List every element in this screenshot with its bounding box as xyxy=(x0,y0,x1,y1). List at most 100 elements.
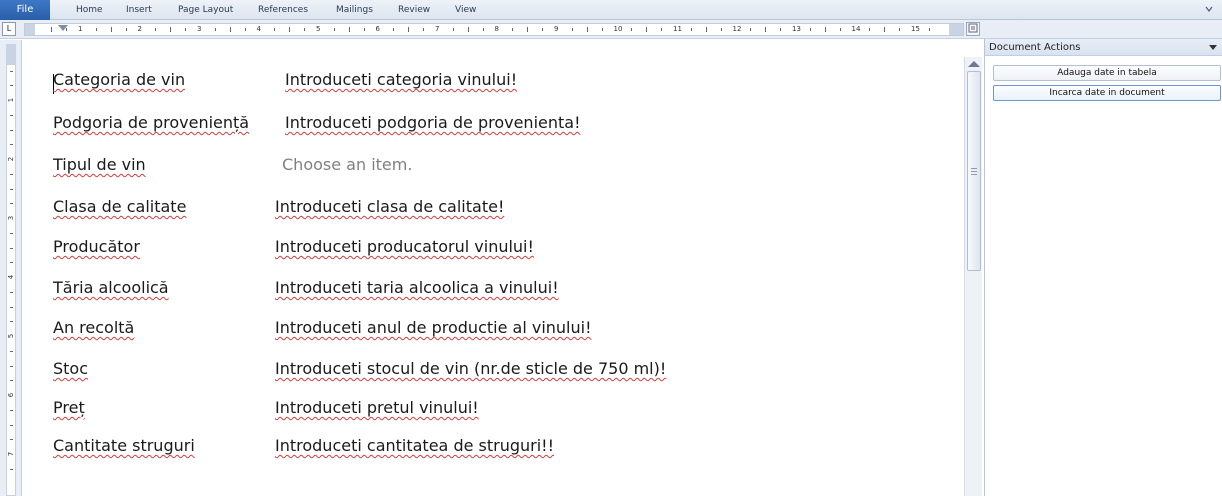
ruler-tick xyxy=(452,28,454,31)
ruler-tick xyxy=(10,409,13,411)
ruler-number: 5 xyxy=(7,333,15,339)
content-control[interactable]: Introduceti anul de productie al vinului… xyxy=(275,316,591,340)
document-actions-pane: Document Actions Adauga date in tabela I… xyxy=(984,39,1222,496)
load-data-into-document-button[interactable]: Incarca date in document xyxy=(993,85,1221,101)
tab-references[interactable]: References xyxy=(258,0,308,20)
table-row: Podgoria de proveniență Introduceti podg… xyxy=(53,111,933,135)
ruler-tick xyxy=(10,232,13,234)
row-label: An recoltă xyxy=(53,318,135,337)
ruler-tick xyxy=(10,468,13,470)
dropdown-content-control[interactable]: Choose an item. xyxy=(282,153,412,177)
ruler-tick xyxy=(646,27,648,32)
content-control[interactable]: Introduceti cantitatea de struguri!! xyxy=(275,434,554,458)
ruler-tick xyxy=(110,27,112,32)
row-label: Categoria de vin xyxy=(53,70,186,89)
ruler-tick xyxy=(928,28,930,31)
ruler-tick xyxy=(229,27,231,32)
ruler-tick xyxy=(95,28,97,31)
ruler-tick xyxy=(839,28,841,31)
ruler-tick xyxy=(467,27,469,32)
horizontal-ruler[interactable]: 1 2 3 4 5 6 7 8 9 10 11 12 13 14 15 xyxy=(24,23,964,36)
ruler-tick xyxy=(705,27,707,32)
ruler-tick xyxy=(512,28,514,31)
table-row: Producător Introduceti producatorul vinu… xyxy=(53,235,933,259)
add-data-to-table-button[interactable]: Adauga date in tabela xyxy=(993,65,1221,81)
ruler-tick xyxy=(423,28,425,31)
ruler-left-margin xyxy=(25,24,35,35)
ruler-number: 8 xyxy=(494,25,499,33)
ruler-number: 7 xyxy=(435,25,440,33)
tab-home[interactable]: Home xyxy=(76,0,103,20)
row-label: Podgoria de proveniență xyxy=(53,113,250,132)
ruler-number: 3 xyxy=(197,25,202,33)
ruler-tick xyxy=(393,28,395,31)
ruler-tick xyxy=(824,27,826,32)
table-row: Clasa de calitate Introduceti clasa de c… xyxy=(53,195,933,219)
tab-file[interactable]: File xyxy=(0,0,50,20)
content-control[interactable]: Introduceti pretul vinului! xyxy=(275,396,479,420)
ruler-tick xyxy=(244,28,246,31)
ruler-number: 6 xyxy=(7,392,15,398)
ruler-number: 4 xyxy=(7,274,15,280)
ruler-tick xyxy=(274,28,276,31)
pane-options-dropdown-icon[interactable] xyxy=(1209,45,1217,50)
content-control[interactable]: Introduceti stocul de vin (nr.de sticle … xyxy=(275,357,666,381)
ruler-tick xyxy=(10,306,13,308)
ruler-number: 1 xyxy=(78,25,83,33)
ruler-tick xyxy=(631,28,633,31)
ruler-tick xyxy=(289,27,291,32)
ruler-tick xyxy=(10,70,13,72)
scroll-up-arrow-icon[interactable] xyxy=(968,61,980,67)
scrollbar-thumb[interactable] xyxy=(967,71,981,271)
ruler-tick xyxy=(10,144,13,146)
chevron-down-icon[interactable] xyxy=(1204,4,1214,14)
ruler-tick xyxy=(750,28,752,31)
tab-selector[interactable]: L xyxy=(2,22,16,36)
table-row: An recoltă Introduceti anul de productie… xyxy=(53,316,933,340)
content-control[interactable]: Introduceti podgoria de provenienta! xyxy=(285,111,580,135)
ruler-tick xyxy=(170,27,172,32)
ruler-tick xyxy=(10,350,13,352)
ribbon-tab-bar: File Home Insert Page Layout References … xyxy=(0,0,1222,20)
tab-view[interactable]: View xyxy=(455,0,476,20)
view-ruler-button[interactable] xyxy=(966,22,980,36)
ruler-tick xyxy=(10,114,13,116)
tab-insert[interactable]: Insert xyxy=(126,0,152,20)
ruler-number: 5 xyxy=(316,25,321,33)
content-control[interactable]: Introduceti categoria vinului! xyxy=(285,68,517,92)
tab-review[interactable]: Review xyxy=(398,0,430,20)
document-page[interactable]: Categoria de vin Introduceti categoria v… xyxy=(24,40,964,496)
ruler-bar: L 1 2 3 4 5 6 7 8 9 10 11 12 13 14 15 xyxy=(0,20,1222,39)
row-label: Clasa de calitate xyxy=(53,197,187,216)
ruler-tick xyxy=(10,188,13,190)
content-control[interactable]: Introduceti producatorul vinului! xyxy=(275,235,534,259)
ruler-tick xyxy=(10,85,13,87)
pane-header: Document Actions xyxy=(985,39,1222,56)
tab-page-layout[interactable]: Page Layout xyxy=(178,0,233,20)
table-row: Stoc Introduceti stocul de vin (nr.de st… xyxy=(53,357,933,381)
ruler-tick xyxy=(125,28,127,31)
vertical-scrollbar[interactable] xyxy=(964,57,982,496)
content-control[interactable]: Introduceti taria alcoolica a vinului! xyxy=(275,276,559,300)
ruler-tick xyxy=(408,27,410,32)
ruler-tick xyxy=(690,28,692,31)
content-control[interactable]: Introduceti clasa de calitate! xyxy=(275,195,504,219)
row-label: Tăria alcoolică xyxy=(53,278,169,297)
ruler-tick xyxy=(66,28,68,31)
ruler-tick xyxy=(333,28,335,31)
vertical-ruler[interactable]: 1 2 3 4 5 6 7 xyxy=(0,40,22,496)
ruler-number: 9 xyxy=(554,25,559,33)
table-row: Categoria de vin Introduceti categoria v… xyxy=(53,68,933,92)
ruler-tick xyxy=(10,424,13,426)
tab-mailings[interactable]: Mailings xyxy=(336,0,373,20)
ruler-tick xyxy=(601,28,603,31)
ruler-tick xyxy=(10,291,13,293)
ruler-tick xyxy=(10,247,13,249)
table-row: Tipul de vin Choose an item. xyxy=(53,153,933,177)
ruler-number: 12 xyxy=(732,25,742,33)
row-label: Cantitate struguri xyxy=(53,436,195,455)
ruler-tick xyxy=(10,173,13,175)
ruler-tick xyxy=(884,27,886,32)
ruler-tick xyxy=(10,203,13,205)
ruler-tick xyxy=(10,380,13,382)
